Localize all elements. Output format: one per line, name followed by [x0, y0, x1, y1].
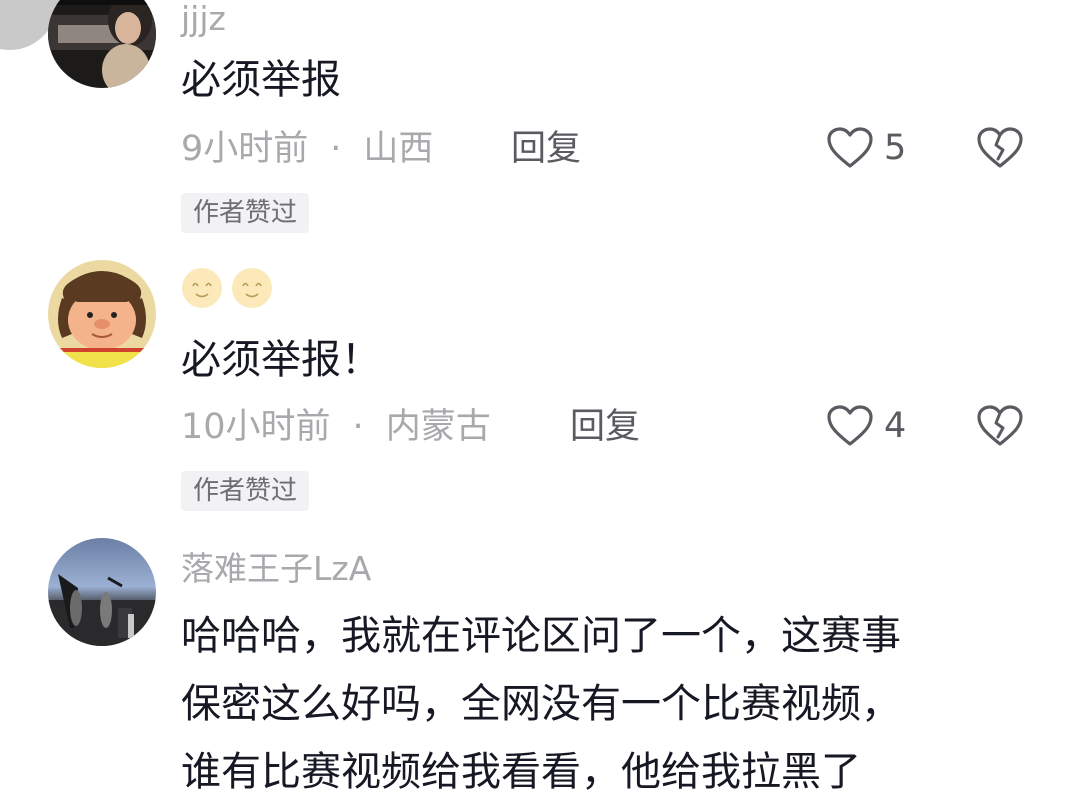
meta-separator: ·	[330, 129, 342, 169]
avatar[interactable]	[48, 260, 156, 368]
reply-button[interactable]: 回复	[511, 132, 581, 167]
broken-heart-icon	[977, 405, 1023, 446]
timestamp: 9小时前	[181, 129, 309, 169]
dislike-button[interactable]	[976, 404, 1024, 452]
comment-text: 必须举报！	[181, 337, 381, 383]
comment-meta: 9小时前 · 山西	[181, 132, 433, 167]
comment-text-line: 哈哈哈，我就在评论区问了一个，这赛事	[181, 613, 901, 659]
username[interactable]: jjjz	[181, 2, 226, 35]
timestamp: 10小时前	[181, 407, 331, 447]
heart-icon	[827, 127, 873, 168]
comment-item: 落难王子LzA 哈哈哈，我就在评论区问了一个，这赛事 保密这么好吗，全网没有一个…	[0, 530, 1080, 795]
comment-text-line: 保密这么好吗，全网没有一个比赛视频，	[181, 681, 901, 727]
comment-text-line: 谁有比赛视频给我看看，他给我拉黑了	[181, 749, 861, 795]
username[interactable]	[181, 267, 273, 309]
reply-button[interactable]: 回复	[570, 410, 640, 445]
avatar[interactable]	[48, 538, 156, 646]
like-count: 4	[884, 405, 907, 446]
meta-separator: ·	[352, 407, 364, 447]
comment-meta: 10小时前 · 内蒙古	[181, 410, 491, 445]
avatar[interactable]	[48, 0, 156, 88]
broken-heart-icon	[977, 127, 1023, 168]
comment-item: 必须举报！ 10小时前 · 内蒙古 回复 4 作者赞过	[0, 260, 1080, 530]
like-button[interactable]: 4	[826, 404, 906, 448]
location: 内蒙古	[385, 407, 491, 447]
comment-text: 哈哈哈，我就在评论区问了一个，这赛事 保密这么好吗，全网没有一个比赛视频， 谁有…	[181, 602, 1041, 806]
smiley-face-icon	[182, 268, 222, 308]
like-count: 5	[884, 127, 907, 168]
heart-icon	[827, 405, 873, 446]
like-button[interactable]: 5	[826, 126, 906, 170]
location: 山西	[363, 129, 434, 169]
smiley-face-icon	[232, 268, 272, 308]
dislike-button[interactable]	[976, 126, 1024, 174]
comment-text: 必须举报	[181, 57, 341, 103]
author-liked-badge: 作者赞过	[181, 471, 310, 511]
username[interactable]: 落难王子LzA	[181, 552, 371, 585]
author-liked-badge: 作者赞过	[181, 193, 310, 233]
comment-item: jjjz 必须举报 9小时前 · 山西 回复 5 作者赞过	[0, 0, 1080, 260]
